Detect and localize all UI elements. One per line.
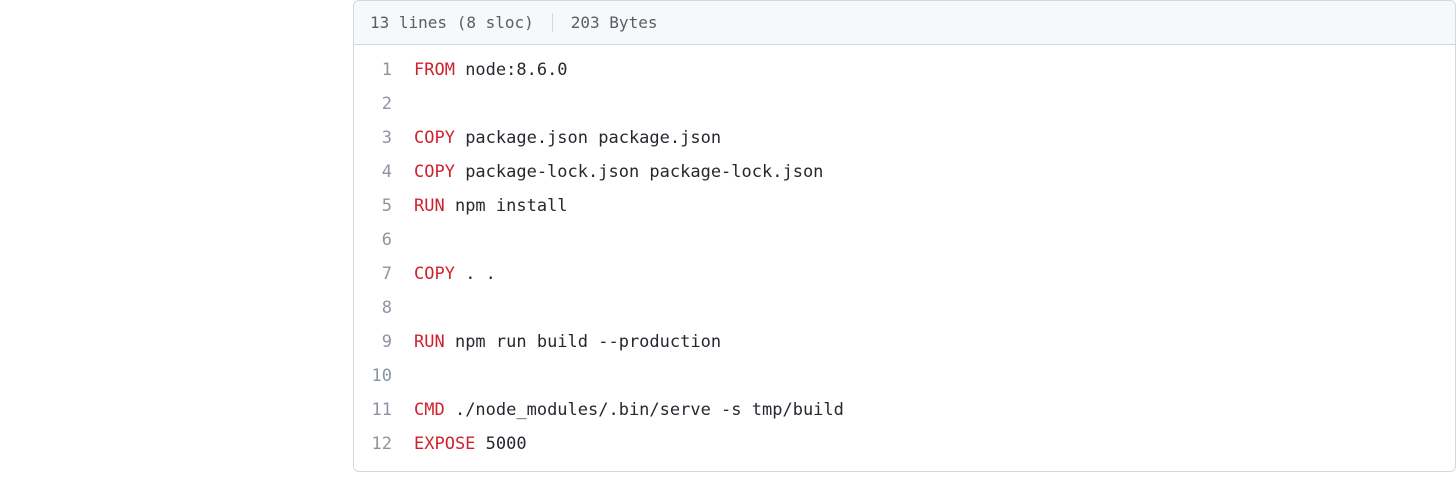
code-text: . . [455,264,496,284]
code-line: 1FROM node:8.6.0 [354,53,1455,87]
code-line: 4COPY package-lock.json package-lock.jso… [354,155,1455,189]
file-lines-count: 13 lines (8 sloc) [370,13,553,32]
file-bytes-size: 203 Bytes [553,13,658,32]
code-line: 7COPY . . [354,257,1455,291]
code-text: 5000 [475,434,526,454]
line-code[interactable] [414,87,1455,121]
line-code[interactable]: CMD ./node_modules/.bin/serve -s tmp/bui… [414,393,1455,427]
line-number[interactable]: 12 [354,427,414,461]
line-number[interactable]: 1 [354,53,414,87]
line-number[interactable]: 6 [354,223,414,257]
code-line: 11CMD ./node_modules/.bin/serve -s tmp/b… [354,393,1455,427]
code-text: npm run build --production [445,332,721,352]
code-line: 3COPY package.json package.json [354,121,1455,155]
line-number[interactable]: 11 [354,393,414,427]
line-code[interactable] [414,359,1455,393]
line-code[interactable]: COPY . . [414,257,1455,291]
line-number[interactable]: 4 [354,155,414,189]
dockerfile-keyword: EXPOSE [414,434,475,454]
dockerfile-keyword: CMD [414,400,445,420]
code-line: 10 [354,359,1455,393]
file-header: 13 lines (8 sloc) 203 Bytes [354,1,1455,45]
code-line: 6 [354,223,1455,257]
file-viewer: 13 lines (8 sloc) 203 Bytes 1FROM node:8… [353,0,1456,472]
line-code[interactable] [414,223,1455,257]
code-text: package.json package.json [455,128,721,148]
code-line: 2 [354,87,1455,121]
code-line: 12EXPOSE 5000 [354,427,1455,461]
line-number[interactable]: 9 [354,325,414,359]
code-line: 8 [354,291,1455,325]
code-text: node:8.6.0 [455,60,568,80]
line-code[interactable]: EXPOSE 5000 [414,427,1455,461]
dockerfile-keyword: COPY [414,162,455,182]
code-text: npm install [445,196,568,216]
line-code[interactable]: RUN npm install [414,189,1455,223]
line-number[interactable]: 10 [354,359,414,393]
dockerfile-keyword: COPY [414,128,455,148]
line-code[interactable]: COPY package.json package.json [414,121,1455,155]
line-code[interactable]: FROM node:8.6.0 [414,53,1455,87]
dockerfile-keyword: RUN [414,332,445,352]
code-area[interactable]: 1FROM node:8.6.023COPY package.json pack… [354,45,1455,471]
line-code[interactable] [414,291,1455,325]
dockerfile-keyword: FROM [414,60,455,80]
line-code[interactable]: RUN npm run build --production [414,325,1455,359]
code-text: package-lock.json package-lock.json [455,162,823,182]
line-number[interactable]: 2 [354,87,414,121]
code-line: 9RUN npm run build --production [354,325,1455,359]
line-code[interactable]: COPY package-lock.json package-lock.json [414,155,1455,189]
line-number[interactable]: 7 [354,257,414,291]
dockerfile-keyword: COPY [414,264,455,284]
dockerfile-keyword: RUN [414,196,445,216]
code-table: 1FROM node:8.6.023COPY package.json pack… [354,53,1455,461]
line-number[interactable]: 8 [354,291,414,325]
line-number[interactable]: 5 [354,189,414,223]
code-line: 5RUN npm install [354,189,1455,223]
code-text: ./node_modules/.bin/serve -s tmp/build [445,400,844,420]
line-number[interactable]: 3 [354,121,414,155]
